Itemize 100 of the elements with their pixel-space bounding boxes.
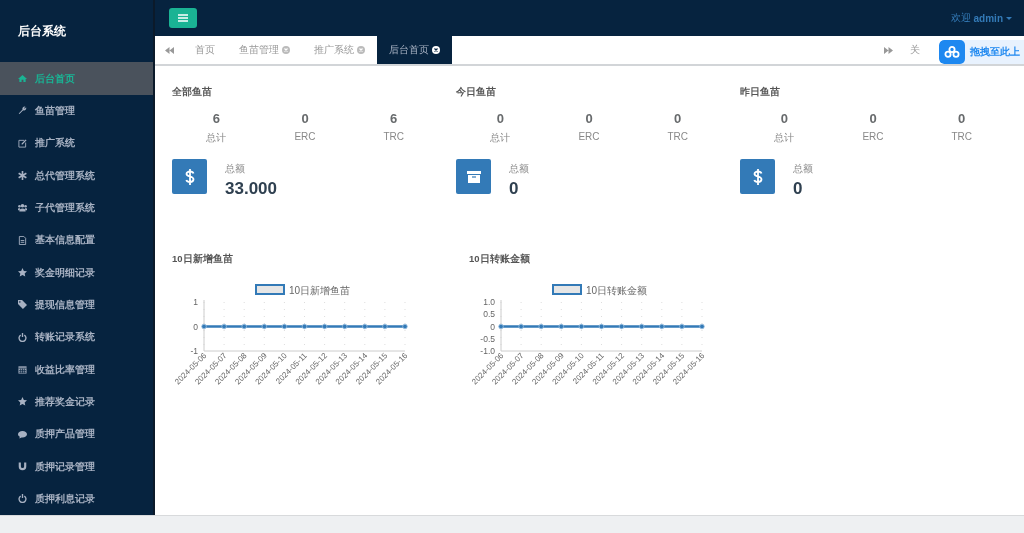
cloud-icon: [944, 46, 960, 58]
menu-button[interactable]: [169, 8, 197, 28]
close-icon: [432, 46, 440, 54]
data-point: [578, 323, 585, 330]
axis-tick-label: 1: [193, 297, 198, 307]
data-point: [382, 323, 388, 330]
stat-label: TRC: [383, 131, 404, 142]
sidebar-item[interactable]: 收益比率管理: [0, 353, 153, 386]
double-right-arrow-icon: [883, 46, 893, 54]
power-icon: [18, 332, 27, 342]
axis-tick-label: -1.0: [480, 346, 495, 356]
axis-tick-label: -1: [190, 346, 198, 356]
double-left-arrow-icon: [164, 46, 174, 54]
stat-label: TRC: [667, 131, 688, 142]
data-point: [402, 323, 408, 330]
dollar-icon: [752, 168, 763, 185]
axis-tick-label: 0: [490, 321, 495, 332]
legend-item[interactable]: 10日转账金额: [552, 284, 648, 296]
sidebar-item[interactable]: 基本信息配置: [0, 224, 153, 257]
stat-value: 0: [958, 111, 966, 126]
data-point: [518, 323, 524, 330]
archive-box-icon: [466, 170, 481, 183]
total-value: 0: [509, 179, 520, 199]
user-menu[interactable]: 欢迎 admin: [950, 11, 1012, 25]
sidebar-item[interactable]: 总代管理系统: [0, 159, 153, 192]
stat-value: 0: [780, 111, 788, 126]
edit-icon: [18, 138, 27, 148]
axis-tick-label: 1.0: [483, 297, 495, 307]
panel-title: 今日鱼苗: [456, 86, 497, 99]
stat-value: 0: [301, 111, 309, 126]
stat-label: ERC: [578, 131, 600, 142]
data-point: [342, 323, 348, 330]
data-point: [538, 323, 544, 330]
power-icon: [18, 494, 27, 504]
data-point: [301, 323, 308, 330]
star-icon: [18, 268, 27, 278]
wrench-icon: [18, 106, 27, 116]
stat-label: 总计: [206, 131, 227, 145]
chart-title: 10日新增鱼苗: [172, 253, 234, 266]
axis-tick-label: 0: [193, 321, 198, 332]
data-point: [618, 323, 625, 330]
dollar-icon: [184, 168, 195, 185]
users-icon: [18, 203, 27, 213]
data-point: [558, 323, 564, 330]
menu-icon: [178, 14, 188, 22]
stat-label: TRC: [951, 131, 972, 142]
sidebar-item[interactable]: 推广系统: [0, 127, 153, 160]
stat-value: 0: [496, 111, 504, 126]
sidebar-item[interactable]: 质押产品管理: [0, 418, 153, 451]
chart-title: 10日转账金额: [469, 253, 531, 266]
calendar-icon: [18, 365, 27, 375]
close-icon: [282, 46, 290, 54]
stat-value: 6: [390, 111, 398, 126]
file-icon: [18, 235, 27, 245]
star-icon: [18, 397, 27, 407]
data-point: [639, 323, 645, 330]
stat-label: 总计: [490, 131, 511, 145]
sidebar-item[interactable]: 鱼苗管理: [0, 94, 153, 128]
home-icon: [18, 74, 27, 84]
data-point: [699, 323, 705, 330]
data-point: [321, 323, 328, 330]
panel-title: 昨日鱼苗: [740, 86, 781, 99]
stat-label: 总计: [774, 131, 795, 145]
data-point: [241, 323, 247, 330]
stat-value: 0: [585, 111, 593, 126]
stat-label: ERC: [294, 131, 316, 142]
axis-tick-label: 0.5: [483, 309, 495, 320]
data-point: [261, 323, 267, 330]
data-point: [362, 323, 368, 330]
panel-title: 全部鱼苗: [172, 86, 213, 99]
sidebar-item[interactable]: 质押利息记录: [0, 482, 153, 516]
sidebar-item[interactable]: 奖金明细记录: [0, 256, 153, 289]
stat-value: 0: [674, 111, 682, 126]
data-point: [659, 323, 665, 330]
data-point: [679, 323, 685, 330]
asterisk-icon: [18, 171, 27, 181]
stat-label: ERC: [862, 131, 884, 142]
data-point: [201, 323, 207, 330]
data-point: [498, 323, 504, 330]
tag-icon: [18, 300, 27, 310]
data-point: [598, 323, 605, 330]
legend-item[interactable]: 10日新增鱼苗: [255, 284, 351, 296]
sidebar-item[interactable]: 质押记录管理: [0, 450, 153, 483]
total-label: 总额: [509, 162, 529, 176]
total-label: 总额: [793, 162, 813, 176]
total-label: 总额: [225, 162, 246, 176]
sidebar-item[interactable]: 子代管理系统: [0, 191, 153, 225]
tab[interactable]: 后台首页: [377, 36, 452, 64]
app-title: 后台系统: [18, 22, 66, 40]
caret-icon: [1006, 16, 1012, 20]
sidebar-item[interactable]: 转账记录系统: [0, 321, 153, 354]
stat-value: 6: [212, 111, 220, 126]
sidebar-item[interactable]: 提现信息管理: [0, 288, 153, 322]
axis-tick-label: -0.5: [480, 333, 495, 344]
legend-label: 10日转账金额: [586, 284, 648, 296]
chat-bubble-icon: [18, 429, 27, 439]
sidebar-item[interactable]: 推荐奖金记录: [0, 385, 153, 419]
stat-value: 0: [869, 111, 877, 126]
total-value: 33.000: [225, 179, 277, 199]
legend-label: 10日新增鱼苗: [289, 284, 351, 296]
